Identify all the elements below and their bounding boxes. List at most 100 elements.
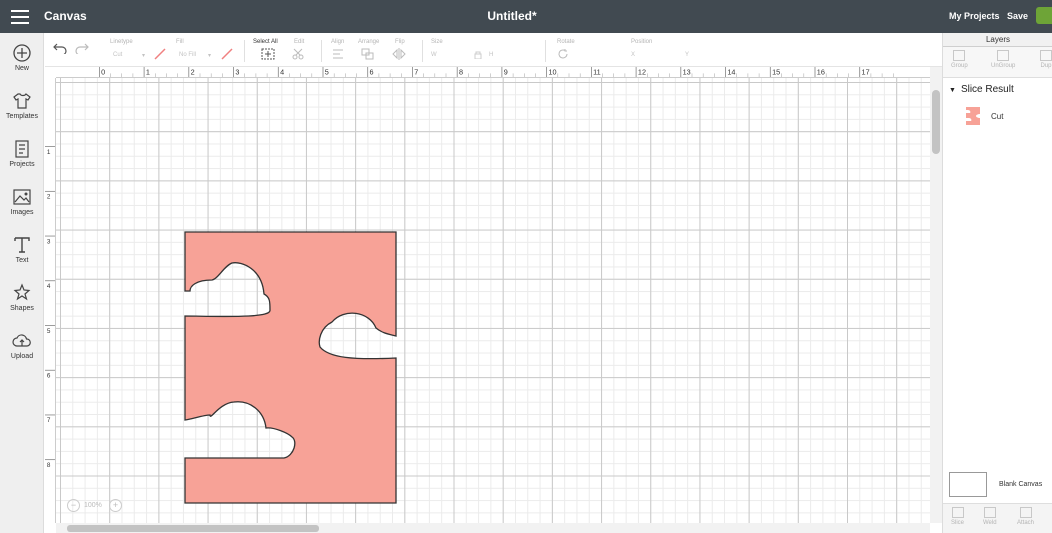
- align-icon[interactable]: [331, 48, 345, 60]
- save-button[interactable]: Save: [1007, 11, 1028, 21]
- zoom-in-button[interactable]: +: [109, 499, 122, 512]
- plus-circle-icon: [13, 44, 31, 62]
- zoom-level: 100%: [84, 502, 102, 509]
- ruler-label: 4: [47, 283, 51, 290]
- ruler-label: 6: [47, 373, 51, 380]
- sliced-shape[interactable]: [184, 231, 397, 504]
- arrange-icon[interactable]: [361, 48, 375, 60]
- caret-down-icon: ▼: [949, 87, 956, 94]
- duplicate-label: Dup: [1040, 63, 1052, 69]
- sidebar-item-label: Shapes: [10, 305, 34, 312]
- slice-result-design[interactable]: [184, 231, 398, 505]
- upload-cloud-icon: [12, 334, 31, 347]
- layer-thumbnail: [966, 107, 980, 125]
- toolbar-divider: [244, 40, 245, 62]
- group-icon: [953, 50, 966, 61]
- toolbar-divider: [321, 40, 322, 62]
- sidebar-item-shapes[interactable]: Shapes: [0, 283, 44, 329]
- attach-label: Attach: [1017, 520, 1035, 526]
- ruler-label: 13: [683, 67, 691, 76]
- horizontal-scroll-thumb[interactable]: [67, 525, 319, 532]
- position-label: Position: [631, 39, 653, 45]
- zoom-out-button[interactable]: −: [67, 499, 80, 512]
- ruler-label: 5: [47, 328, 51, 335]
- design-canvas[interactable]: [56, 78, 930, 523]
- sidebar-item-label: Images: [10, 209, 34, 216]
- sidebar-item-upload[interactable]: Upload: [0, 331, 44, 377]
- weld-button[interactable]: Weld: [983, 507, 997, 526]
- tab-layers[interactable]: Layers: [943, 33, 1052, 47]
- size-w-field[interactable]: W: [431, 52, 437, 58]
- ruler-label: 10: [548, 67, 556, 76]
- blank-canvas-label: Blank Canvas: [999, 481, 1043, 488]
- ruler-label: 3: [235, 67, 239, 76]
- sidebar-item-projects[interactable]: Projects: [0, 139, 44, 185]
- chevron-down-icon: ▾: [142, 53, 146, 59]
- chevron-down-icon: ▾: [208, 53, 212, 59]
- fill-select[interactable]: No Fill: [179, 52, 196, 58]
- projects-icon: [15, 140, 29, 158]
- sidebar-item-label: New: [14, 65, 29, 72]
- ruler-label: 11: [593, 67, 601, 76]
- select-all-icon[interactable]: [261, 48, 275, 60]
- ungroup-label: UnGroup: [991, 63, 1016, 69]
- layers-panel: Layers Group UnGroup Dup ▼ Slice Result C…: [942, 33, 1052, 533]
- ruler-top: 0 1 2 3 4 5 6 7 8 9 10 11 12 13 14 15 16 17: [56, 67, 930, 78]
- sidebar-item-label: Projects: [9, 161, 35, 168]
- ruler-left: 1 2 3 4 5 6 7 8: [45, 78, 56, 523]
- rotate-label: Rotate: [557, 39, 575, 45]
- slice-button[interactable]: Slice: [951, 507, 964, 526]
- image-icon: [13, 189, 31, 205]
- layer-group-label: Slice Result: [960, 84, 1014, 95]
- document-title: Untitled*: [487, 9, 537, 23]
- duplicate-icon: [1040, 50, 1052, 61]
- my-projects-link[interactable]: My Projects: [949, 11, 1000, 21]
- ruler-label: 4: [280, 67, 284, 76]
- group-label: Group: [951, 63, 968, 69]
- ruler-label: 12: [638, 67, 646, 76]
- ruler-label: 14: [727, 67, 735, 76]
- fill-label: Fill: [176, 39, 184, 45]
- ungroup-button[interactable]: UnGroup: [991, 50, 1015, 69]
- duplicate-button[interactable]: Dup: [1040, 50, 1052, 69]
- position-x-field[interactable]: X: [631, 52, 635, 58]
- layer-item-cut[interactable]: Cut: [965, 106, 1051, 128]
- slice-icon: [951, 507, 964, 518]
- position-y-field[interactable]: Y: [685, 52, 689, 58]
- rotate-icon[interactable]: [556, 48, 570, 60]
- fill-color-icon[interactable]: [220, 48, 234, 60]
- ruler-label: 2: [191, 67, 195, 76]
- ruler-label: 6: [370, 67, 374, 76]
- ruler-label: 0: [101, 67, 105, 76]
- layer-group-slice-result[interactable]: ▼ Slice Result: [949, 84, 1014, 95]
- blank-canvas-swatch[interactable]: [949, 472, 987, 497]
- sidebar-item-label: Templates: [6, 113, 38, 120]
- sidebar-item-templates[interactable]: Templates: [0, 91, 44, 137]
- undo-icon[interactable]: [53, 42, 67, 54]
- sidebar-item-text[interactable]: Text: [0, 235, 44, 281]
- sidebar-item-label: Upload: [10, 353, 34, 360]
- align-label: Align: [331, 39, 345, 45]
- attach-button[interactable]: Attach: [1017, 507, 1034, 526]
- layer-name: Cut: [991, 112, 1004, 121]
- vertical-scroll-thumb[interactable]: [932, 90, 940, 154]
- size-h-field[interactable]: H: [489, 52, 493, 58]
- edit-scissors-icon[interactable]: [292, 48, 306, 60]
- group-button[interactable]: Group: [951, 50, 968, 69]
- layers-tools: Group UnGroup Dup: [943, 47, 1052, 78]
- select-all-label: Select All: [253, 39, 278, 45]
- sidebar-item-new[interactable]: New: [0, 43, 44, 89]
- tshirt-icon: [13, 93, 31, 109]
- weld-label: Weld: [983, 520, 997, 526]
- make-it-button[interactable]: [1036, 7, 1052, 24]
- sidebar-item-images[interactable]: Images: [0, 187, 44, 233]
- ruler-label: 7: [47, 417, 51, 424]
- redo-icon[interactable]: [75, 42, 89, 54]
- weld-icon: [983, 507, 996, 518]
- ruler-label: 17: [862, 67, 870, 76]
- pen-color-icon[interactable]: [153, 48, 167, 60]
- linetype-select[interactable]: Cut: [113, 52, 122, 58]
- flip-icon[interactable]: [392, 48, 406, 60]
- arrange-label: Arrange: [358, 39, 380, 45]
- lock-icon[interactable]: [473, 51, 483, 59]
